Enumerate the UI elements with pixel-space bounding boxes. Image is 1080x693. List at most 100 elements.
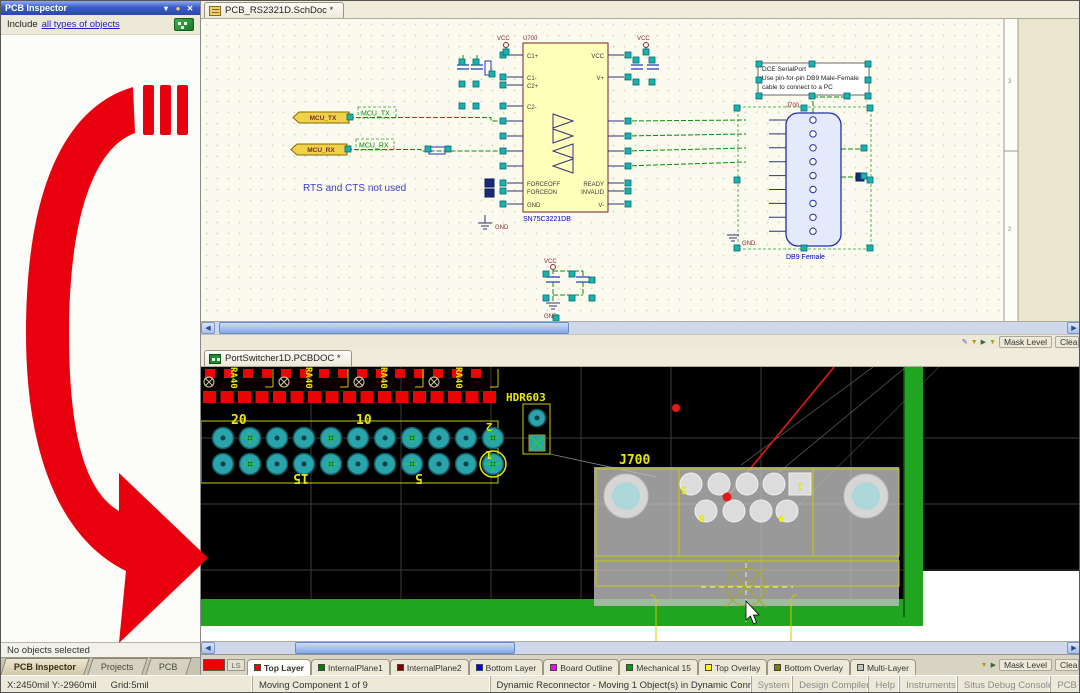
scroll-left-icon[interactable]: ◀ (201, 642, 215, 654)
note-text-frame[interactable]: DCE SerialPort Use pin-for-pin DB9 Male-… (758, 63, 869, 95)
component-hdr603[interactable]: HDR603 (506, 391, 550, 454)
filter-play-icon[interactable]: ▶ (991, 662, 996, 669)
panel-titlebar[interactable]: PCB Inspector ▾ ● ✕ (1, 1, 200, 15)
panel-tab-pcb[interactable]: PCB (145, 658, 191, 675)
layer-tab-top-overlay[interactable]: Top Overlay (698, 659, 767, 675)
pcb-canvas[interactable]: RA40 RA40 RA40 RA40 20 10 15 5 2 1 HDR60… (201, 367, 1080, 641)
layer-tab-board-outline[interactable]: Board Outline (543, 659, 619, 675)
layer-color-swatch (476, 664, 483, 671)
db9-connector-symbol[interactable]: J700 DB9 Female (738, 103, 871, 261)
layer-tab-bottom-overlay[interactable]: Bottom Overlay (767, 659, 850, 675)
decoupling-circuit[interactable]: VCC GND (544, 259, 590, 320)
gnd-power-port[interactable]: GND (727, 235, 756, 247)
schematic-hscrollbar[interactable]: ◀ ▶ (201, 321, 1080, 334)
selected-power-port[interactable] (485, 179, 494, 187)
panel-tab-projects[interactable]: Projects (87, 658, 147, 675)
filter-icon[interactable]: ▼ (981, 662, 988, 669)
svg-text:VCC: VCC (637, 36, 650, 42)
svg-text:C1-: C1- (527, 76, 537, 82)
ra-designator: RA40 (228, 367, 238, 389)
schematic-doc-tab[interactable]: PCB_RS2321D.SchDoc * (204, 2, 344, 18)
panel-dropdown-icon[interactable]: ▾ (160, 4, 172, 13)
smd-pad-array[interactable] (203, 369, 496, 403)
brush-icon[interactable]: ✎ (962, 339, 968, 346)
layer-tab-internalplane2[interactable]: InternalPlane2 (390, 659, 469, 675)
menu-design-compiler[interactable]: Design Compiler (793, 676, 869, 693)
include-row: Include all types of objects (1, 15, 200, 35)
scroll-left-icon[interactable]: ◀ (201, 322, 215, 334)
svg-text:GND: GND (527, 203, 541, 209)
svg-text:6: 6 (699, 512, 705, 523)
scroll-right-icon[interactable]: ▶ (1067, 322, 1080, 334)
db9-label: DB9 Female (786, 254, 825, 261)
clear-button[interactable]: Clear (1055, 336, 1079, 348)
grid-setting: Grid:5mil (111, 680, 149, 691)
layer-tab-top-layer[interactable]: Top Layer (247, 659, 311, 675)
layer-tab-mechanical-15[interactable]: Mechanical 15 (619, 659, 698, 675)
through-hole-pads[interactable] (213, 428, 507, 478)
scroll-thumb[interactable] (295, 642, 515, 654)
svg-text:MCU_RX: MCU_RX (307, 147, 335, 154)
header-pin15-label: 15 (293, 470, 309, 485)
menu-help[interactable]: Help (869, 676, 900, 693)
panel-window-icon[interactable]: ● (172, 4, 184, 13)
pcb-inspector-panel: PCB Inspector ▾ ● ✕ Include all types of… (1, 1, 201, 675)
pcbdoc-icon (209, 354, 221, 364)
svg-text:GND: GND (742, 241, 756, 247)
svg-text:MCU_RX: MCU_RX (359, 143, 389, 150)
scroll-thumb[interactable] (219, 322, 569, 334)
svg-text:FORCEON: FORCEON (527, 190, 557, 196)
filter-icon[interactable]: ▼ (971, 339, 978, 346)
ra-designator: RA40 (378, 367, 388, 389)
port-mcu-rx[interactable]: MCU_RX (291, 144, 347, 155)
mask-level-button[interactable]: Mask Level (999, 659, 1052, 671)
net-label-mcu-tx[interactable]: MCU_TX (358, 107, 396, 118)
pcb-doc-tab[interactable]: PortSwitcher1D.PCBDOC * (204, 350, 352, 366)
header-pin5-label: 5 (415, 470, 423, 485)
menu-pcb[interactable]: PCB (1051, 676, 1080, 693)
menu-situs-debug-console[interactable]: Situs Debug Console (958, 676, 1051, 693)
schematic-pane: PCB_RS2321D.SchDoc * 3 2 (201, 1, 1080, 349)
mask-level-button[interactable]: Mask Level (999, 336, 1052, 348)
scroll-right-icon[interactable]: ▶ (1067, 642, 1080, 654)
inspector-empty-area (1, 35, 200, 642)
svg-text:INVALID: INVALID (581, 190, 605, 196)
panel-close-icon[interactable]: ✕ (184, 4, 196, 13)
db9-designator: J700 (786, 103, 800, 109)
layer-set-button[interactable]: LS (227, 659, 245, 671)
schematic-annotation: RTS and CTS not used (303, 183, 406, 194)
layer-tab-multi-layer[interactable]: Multi-Layer (850, 659, 916, 675)
coords-cell: X:2450mil Y:-2960mil Grid:5mil (1, 676, 253, 693)
svg-text:9: 9 (778, 512, 784, 523)
ic-rs232-transceiver[interactable]: U700 SN75C3221DB C1+ C1- C2+ C2- FORCEOF… (500, 36, 631, 223)
svg-text:C2+: C2+ (527, 84, 539, 90)
schematic-canvas[interactable]: 3 2 U700 SN75C3221DB (201, 19, 1080, 321)
include-types-link[interactable]: all types of objects (42, 19, 120, 30)
net-label-mcu-rx[interactable]: MCU_RX (356, 139, 394, 150)
gnd-power-port[interactable]: GND (478, 215, 509, 231)
header-pin10-label: 10 (356, 413, 372, 428)
layer-color-swatch (774, 664, 781, 671)
svg-text:VCC: VCC (544, 259, 557, 265)
menu-system[interactable]: System (752, 676, 794, 693)
pcb-hscrollbar[interactable]: ◀ ▶ (201, 641, 1080, 654)
capacitor-cluster-right[interactable] (631, 65, 659, 69)
filter-icon[interactable]: ▼ (989, 339, 996, 346)
svg-text:HDR603: HDR603 (506, 391, 546, 404)
svg-text:C1+: C1+ (527, 54, 539, 60)
svg-text:FORCEOFF: FORCEOFF (527, 182, 560, 188)
include-label: Include (7, 19, 38, 30)
current-layer-swatch[interactable] (203, 659, 225, 671)
panel-tab-strip: PCB Inspector Projects PCB (1, 657, 200, 675)
clear-button[interactable]: Clear (1055, 659, 1079, 671)
svg-text:Use pin-for-pin DB9 Male-Femal: Use pin-for-pin DB9 Male-Female (762, 75, 859, 82)
svg-text:V+: V+ (596, 76, 604, 82)
selected-power-port[interactable] (485, 189, 494, 197)
panel-tab-pcb-inspector[interactable]: PCB Inspector (0, 658, 90, 675)
filter-play-icon[interactable]: ▶ (981, 339, 986, 346)
menu-instruments[interactable]: Instruments (900, 676, 958, 693)
layer-tab-bottom-layer[interactable]: Bottom Layer (469, 659, 544, 675)
layer-tab-internalplane1[interactable]: InternalPlane1 (311, 659, 390, 675)
svg-text:VCC: VCC (591, 54, 604, 60)
port-mcu-tx[interactable]: MCU_TX (293, 112, 349, 123)
